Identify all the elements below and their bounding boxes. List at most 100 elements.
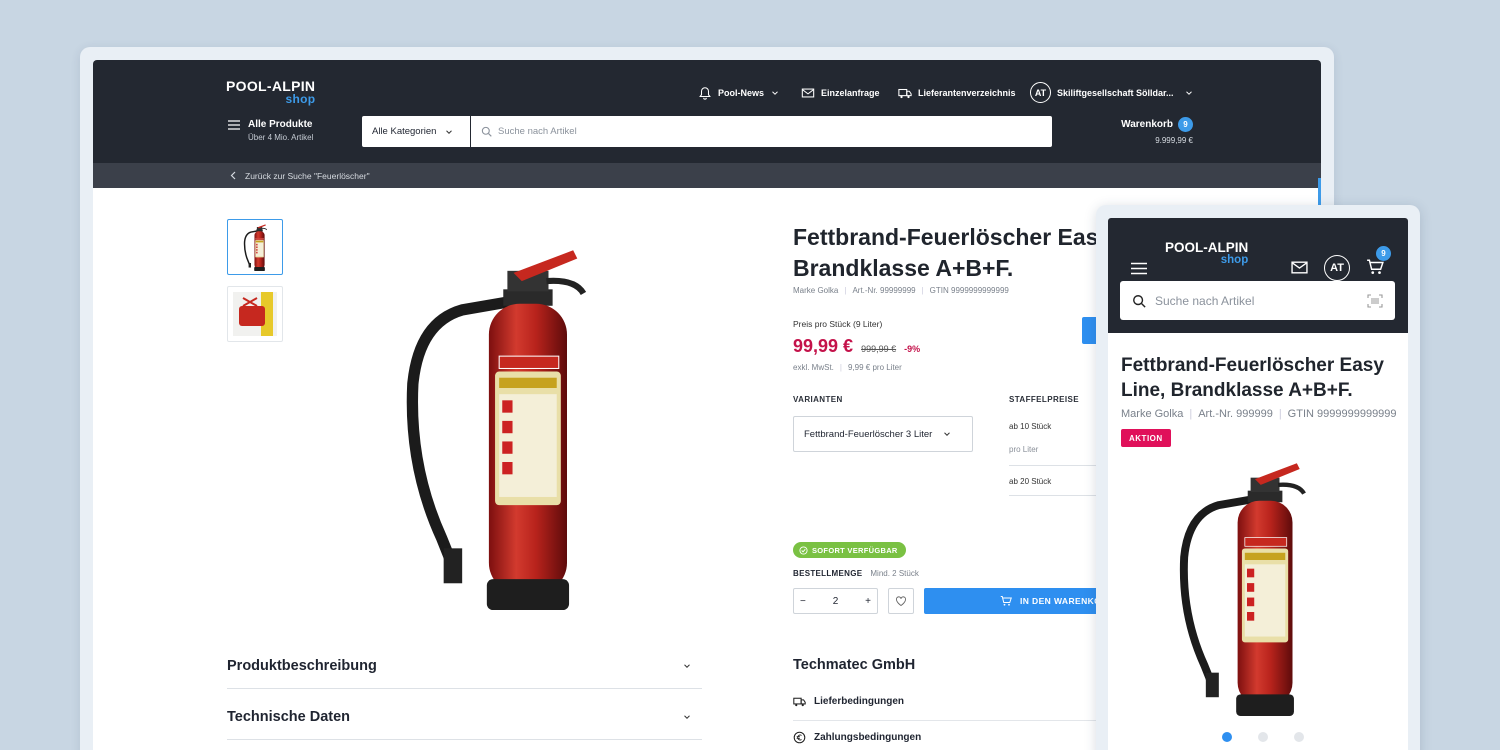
extinguisher-thumb-image [243, 223, 268, 271]
product-gtin: GTIN 9999999999999 [929, 286, 1009, 295]
truck-icon [793, 697, 806, 707]
delivery-terms-label: Lieferbedingungen [814, 696, 904, 707]
chevron-down-icon [772, 91, 778, 95]
search-icon [481, 126, 492, 137]
search-placeholder: Suche nach Artikel [498, 126, 577, 137]
barcode-scan-icon[interactable] [1367, 293, 1383, 308]
product-title-line1: Fettbrand-Feuerlöscher Eas [793, 224, 1099, 250]
site-header: POOL-ALPIN shop Pool-News Einzelanfrage … [93, 60, 1321, 163]
mobile-frame: POOL-ALPIN shop AT 9 Suche nach Artikel … [1096, 205, 1420, 750]
chevron-left-icon [230, 171, 236, 180]
mobile-product-meta: Marke Golka | Art.-Nr. 999999 | GTIN 99999… [1121, 408, 1397, 420]
plus-icon[interactable]: + [865, 596, 871, 607]
quantity-value[interactable]: 2 [833, 596, 839, 607]
mobile-logo[interactable]: POOL-ALPIN shop [1165, 240, 1249, 266]
divider [793, 720, 1123, 721]
hamburger-icon[interactable] [1131, 262, 1147, 275]
extinguisher-wall-image [233, 292, 277, 336]
carousel-dot[interactable] [1222, 732, 1232, 742]
mobile-product-image[interactable] [1168, 456, 1313, 721]
accordion-label: Produktbeschreibung [227, 657, 377, 674]
cart-amount: 9.999,99 € [1155, 136, 1193, 145]
nav-pool-news-label: Pool-News [718, 88, 765, 98]
product-brand: Marke Golka [793, 286, 839, 295]
tier-2-qty: ab 20 Stück [1009, 477, 1052, 486]
avatar[interactable]: AT [1324, 255, 1350, 281]
tier-1-unit: pro Liter [1009, 445, 1039, 454]
search-placeholder: Suche nach Artikel [1155, 293, 1255, 308]
variants-label: VARIANTEN [793, 395, 843, 404]
product-brand: Marke Golka [1121, 408, 1184, 420]
tier-prices-label: STAFFELPREISE [1009, 395, 1079, 404]
cart-button[interactable]: Warenkorb 9 9.999,99 € [1113, 117, 1193, 145]
nav-einzelanfrage[interactable]: Einzelanfrage [801, 86, 880, 100]
nav-lieferanten-label: Lieferantenverzeichnis [918, 88, 1016, 98]
accordion-label: Technische Daten [227, 708, 351, 725]
wishlist-button[interactable] [888, 588, 914, 614]
accordion-produktbeschreibung[interactable]: Produktbeschreibung [227, 643, 702, 689]
old-price: 999,99 € [861, 344, 897, 354]
product-art-nr: Art.-Nr. 99999999 [852, 286, 916, 295]
min-order-value: Mind. 2 Stück [870, 569, 919, 578]
chevron-down-icon [684, 663, 690, 668]
tax-info: exkl. MwSt. | 9,99 € pro Liter [793, 363, 902, 372]
all-products-menu[interactable]: Alle Produkte Über 4 Mio. Artikel [228, 119, 313, 142]
nav-lieferanten[interactable]: Lieferantenverzeichnis [898, 86, 1016, 100]
shop-logo[interactable]: POOL-ALPIN shop [226, 79, 316, 106]
price-block: 99,99 € 999,99 € -9% [793, 336, 920, 357]
mail-icon[interactable] [1290, 259, 1309, 276]
image-carousel-dots[interactable] [1222, 732, 1304, 742]
carousel-dot[interactable] [1294, 732, 1304, 742]
accordion-technische-daten[interactable]: Technische Daten [227, 694, 702, 740]
variant-select[interactable]: Fettbrand-Feuerlöscher 3 Liter [793, 416, 973, 452]
logo-name: POOL-ALPIN [1165, 240, 1249, 255]
mobile-product-title: Fettbrand-Feuerlöscher Easy Line, Brandk… [1121, 355, 1384, 401]
thumbnail-2[interactable] [227, 286, 283, 342]
product-title: Fettbrand-Feuerlöscher Eas Brandklasse A… [793, 222, 1098, 284]
add-to-cart-label: IN DEN WARENKO [1020, 596, 1102, 606]
product-main-image[interactable] [393, 240, 593, 615]
product-gtin: GTIN 9999999999999 [1287, 408, 1397, 420]
check-circle-icon [799, 545, 808, 555]
cart-count-badge: 9 [1376, 246, 1391, 261]
payment-terms-label: Zahlungsbedingungen [814, 732, 922, 743]
cart-label: Warenkorb [1121, 119, 1173, 130]
min-order: BESTELLMENGE Mind. 2 Stück [793, 569, 919, 578]
chevron-down-icon [684, 714, 690, 719]
nav-pool-news[interactable]: Pool-News [698, 86, 780, 100]
hamburger-icon [228, 120, 240, 130]
mobile-search-input[interactable]: Suche nach Artikel [1120, 281, 1395, 320]
all-products-label: Alle Produkte [248, 119, 313, 130]
divider [1009, 495, 1109, 496]
avatar: AT [1030, 82, 1051, 103]
heart-icon [896, 596, 906, 607]
cart-count-badge: 9 [1178, 117, 1193, 132]
minus-icon[interactable]: − [800, 596, 806, 607]
mobile-header: POOL-ALPIN shop AT 9 Suche nach Artikel [1108, 218, 1408, 333]
payment-terms-link[interactable]: Zahlungsbedingungen [793, 731, 921, 744]
product-title-line2: Brandklasse A+B+F. [793, 255, 1014, 281]
chevron-down-icon [446, 129, 453, 134]
delivery-terms-link[interactable]: Lieferbedingungen [793, 695, 904, 708]
thumbnail-1[interactable] [227, 219, 283, 275]
product-art-nr: Art.-Nr. 999999 [1198, 408, 1273, 420]
category-select[interactable]: Alle Kategorien [362, 116, 470, 147]
search-input[interactable]: Suche nach Artikel [471, 116, 1052, 147]
discount: -9% [904, 344, 921, 354]
carousel-dot[interactable] [1258, 732, 1268, 742]
search-icon [1133, 294, 1146, 308]
breadcrumb[interactable]: Zurück zur Suche "Feuerlöscher" [93, 163, 1321, 188]
account-menu[interactable]: AT Skiliftgesellschaft Sölldar... [1030, 82, 1194, 103]
quantity-stepper[interactable]: − 2 + [793, 588, 878, 614]
truck-icon [898, 88, 912, 99]
logo-sub: shop [1220, 254, 1249, 266]
mail-icon [801, 88, 815, 98]
all-products-sub: Über 4 Mio. Artikel [248, 133, 314, 142]
company-name: Skiliftgesellschaft Sölldar... [1057, 87, 1174, 98]
product-meta: Marke Golka | Art.-Nr. 99999999 | GTIN 999… [793, 286, 1009, 295]
bell-icon [699, 87, 711, 100]
breadcrumb-label: Zurück zur Suche "Feuerlöscher" [245, 170, 370, 181]
logo-sub: shop [285, 92, 316, 106]
unit-price: 9,99 € pro Liter [847, 363, 902, 372]
mobile-screen: POOL-ALPIN shop AT 9 Suche nach Artikel … [1108, 218, 1408, 750]
